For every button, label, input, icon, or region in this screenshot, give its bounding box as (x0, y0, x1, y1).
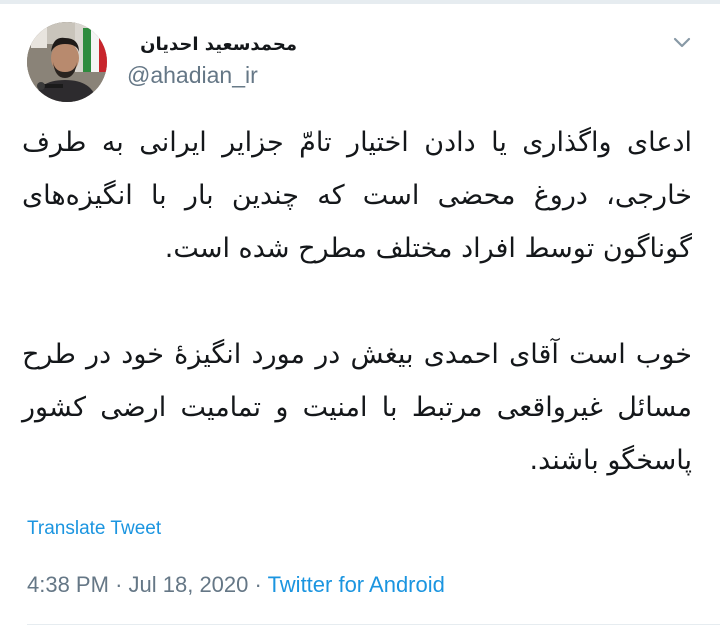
bottom-divider (27, 624, 720, 625)
tweet-paragraph: خوب است آقای احمدی بیغش در مورد انگیزۀ خ… (22, 339, 692, 476)
avatar-image (27, 22, 107, 102)
tweet-time: 4:38 PM (27, 572, 109, 597)
tweet-meta: 4:38 PM · Jul 18, 2020 · Twitter for And… (27, 572, 445, 598)
translate-tweet-link[interactable]: Translate Tweet (27, 518, 161, 540)
chevron-down-icon[interactable] (670, 32, 694, 52)
tweet-date: Jul 18, 2020 (128, 572, 249, 597)
tweet-card: محمدسعید احدیان @ahadian_ir ادعای واگذار… (0, 0, 720, 626)
avatar[interactable] (27, 22, 107, 102)
meta-separator: · (115, 572, 123, 597)
author-handle[interactable]: @ahadian_ir (127, 62, 258, 89)
top-divider (0, 0, 720, 4)
tweet-source-link[interactable]: Twitter for Android (268, 572, 445, 597)
author-display-name[interactable]: محمدسعید احدیان (140, 34, 297, 55)
tweet-text: ادعای واگذاری یا دادن اختیار تامّ جزایر … (22, 116, 692, 487)
meta-separator: · (254, 572, 262, 597)
tweet-paragraph: ادعای واگذاری یا دادن اختیار تامّ جزایر … (22, 127, 692, 264)
